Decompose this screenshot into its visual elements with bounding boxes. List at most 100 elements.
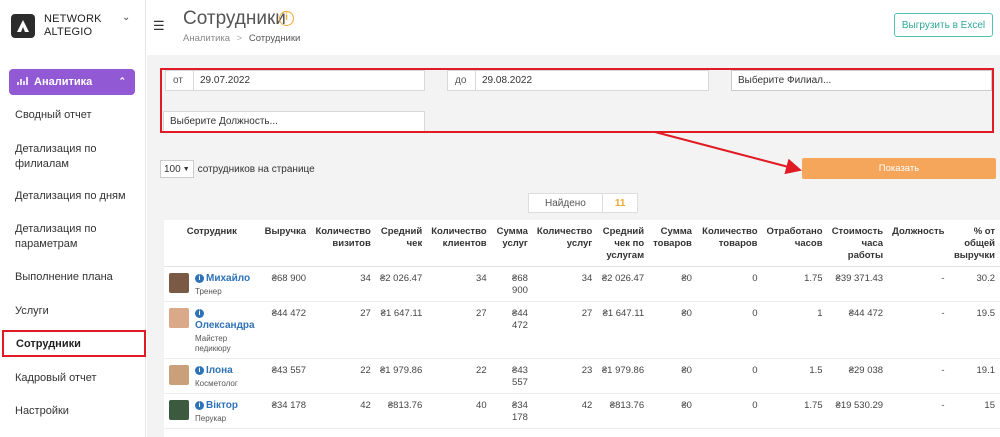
employee-name[interactable]: i Михайло [195,273,250,285]
table-cell: ₴44 472 [260,301,312,359]
col-avg-check[interactable]: Средний чек [375,220,428,267]
table-cell: 1 [762,301,828,359]
col-services-sum[interactable]: Сумма услуг [491,220,533,267]
employee-name[interactable]: iОлександра [195,308,256,332]
col-services-count[interactable]: Количество услуг [532,220,598,267]
page-title: Сотрудники [183,8,286,29]
col-visits[interactable]: Количество визитов [311,220,376,267]
employee-cell: i Віктор Перукар [164,393,261,429]
table-cell: 1.5 [762,358,828,394]
show-button[interactable]: Показать [802,158,996,179]
table-cell: 22 [427,358,492,394]
info-icon[interactable]: i [195,366,204,375]
table-cell: 34 [532,266,598,302]
table-cell: ₴813.76 [597,393,650,429]
brand[interactable]: NETWORK ALTEGIO [0,0,145,52]
info-icon[interactable]: i [279,11,294,26]
sidebar-item-services[interactable]: Услуги [15,304,135,319]
export-excel-button[interactable]: Выгрузить в Excel [894,13,993,37]
col-hour-cost[interactable]: Стоимость часа работы [827,220,889,267]
info-icon[interactable]: i [195,309,204,318]
col-revenue[interactable]: Выручка [260,220,312,267]
table-cell: 1.75 [762,266,828,302]
per-page-value: 100 [164,163,181,175]
table-cell: ₴1 647.11 [597,301,650,359]
table-cell: 27 [311,301,376,359]
hamburger-menu-icon[interactable]: ☰ [153,18,165,34]
table-cell: 22 [311,358,376,394]
avatar[interactable] [169,308,189,328]
filter-highlight-box [160,68,994,133]
breadcrumb-parent[interactable]: Аналитика [183,33,230,44]
sidebar-item-hr-report[interactable]: Кадровый отчет [15,371,135,386]
info-icon[interactable]: i [195,274,204,283]
table-cell: 42 [532,393,598,429]
per-page-label: сотрудников на странице [197,163,315,175]
employees-table: Сотрудник Выручка Количество визитов Сре… [164,220,1000,437]
table-cell: ₴44 472 [491,301,533,359]
table-cell: 34 [311,266,376,302]
col-goods-count[interactable]: Количество товаров [696,220,763,267]
table-cell: 40 [427,393,492,429]
employee-role: Перукар [195,414,227,423]
found-count: 11 [602,193,639,213]
table-row[interactable]: i Михайло Тренер ₴68 900 34 ₴2 026.47 34 ₴68 90… [164,266,1000,302]
sidebar-item-plan[interactable]: Выполнение плана [15,270,135,285]
table-cell: ₴1 647.11 [375,301,428,359]
table-row[interactable]: i Віктор Перукар ₴34 178 42 ₴813.76 40 ₴34 178 4… [164,393,1000,429]
table-cell: 23 [532,358,598,394]
sidebar-item-summary[interactable]: Сводный отчет [15,108,135,123]
table-cell: ₴43 557 [491,358,533,394]
sidebar-item-branches[interactable]: Детализация по филиалам [15,142,135,172]
avatar[interactable] [169,273,189,293]
col-avg-check-services[interactable]: Средний чек по услугам [597,220,650,267]
table-cell: 34 [427,266,492,302]
table-cell: - [888,358,950,394]
table-cell: ₴68 900 [491,266,533,302]
col-employee[interactable]: Сотрудник [164,220,261,267]
employee-role: Косметолог [195,379,238,388]
chevron-down-icon[interactable]: ⌄ [122,12,130,23]
sidebar-item-employees[interactable]: Сотрудники [2,330,146,357]
per-page-select[interactable]: 100 ▼ [160,160,194,178]
table-cell: ₴0 [649,358,697,394]
table-cell: 19.1 [949,358,1000,394]
col-goods-sum[interactable]: Сумма товаров [649,220,697,267]
employee-name[interactable]: i Ілона [195,365,238,377]
table-cell: ₴813.76 [375,393,428,429]
table-cell: 15 [949,393,1000,429]
sidebar-section-label: Аналитика [34,76,93,88]
employee-name[interactable]: i Віктор [195,400,238,412]
table-cell: ₴19 530.29 [827,393,889,429]
table-cell: 19.5 [949,301,1000,359]
col-position[interactable]: Должность [888,220,950,267]
table-cell: 0 [696,266,763,302]
col-revenue-share[interactable]: % от общей выручки [949,220,1000,267]
avatar[interactable] [169,400,189,420]
table-cell: - [888,266,950,302]
table-cell: ₴0 [649,301,697,359]
table-cell: ₴2 026.47 [375,266,428,302]
sidebar-item-parameters[interactable]: Детализация по параметрам [15,222,135,252]
table-cell: 0 [696,301,763,359]
table-cell: 30.2 [949,266,1000,302]
sidebar-item-days[interactable]: Детализация по дням [15,189,135,204]
col-clients[interactable]: Количество клиентов [427,220,492,267]
chart-icon [17,76,29,89]
employee-role: Майстер педикюру [195,334,231,353]
breadcrumb-current: Сотрудники [248,33,301,44]
table-cell: 42 [311,393,376,429]
employee-role: Тренер [195,287,222,296]
table-cell: ₴34 178 [491,393,533,429]
sidebar-item-settings[interactable]: Настройки [15,404,135,419]
table-row[interactable]: i Ілона Косметолог ₴43 557 22 ₴1 979.86 22 ₴43 … [164,358,1000,394]
chevron-down-icon: ▼ [182,165,190,173]
col-hours[interactable]: Отработано часов [762,220,828,267]
table-cell: 27 [427,301,492,359]
info-icon[interactable]: i [195,401,204,410]
sidebar-section-analytics[interactable]: Аналитика ⌃ [9,69,135,95]
table-header-row: Сотрудник Выручка Количество визитов Сре… [164,220,1000,267]
found-label: Найдено [528,193,603,213]
table-row[interactable]: iОлександра Майстер педикюру ₴44 472 27 ₴1 6… [164,301,1000,359]
avatar[interactable] [169,365,189,385]
